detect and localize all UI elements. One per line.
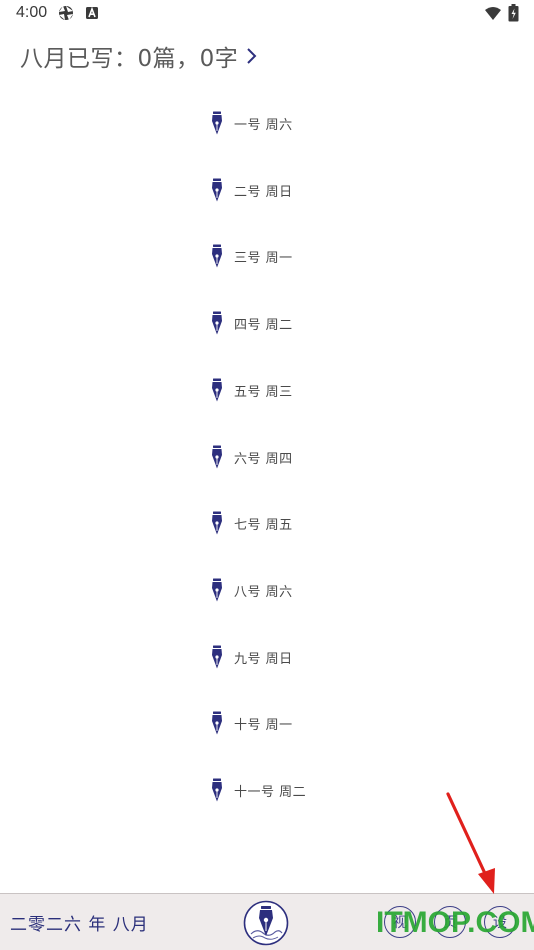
red-arrow-annotation (446, 792, 495, 894)
day-label: 三号 周一 (234, 250, 293, 266)
day-item[interactable]: 七号 周五 (210, 509, 293, 537)
day-item[interactable]: 十号 周一 (210, 709, 293, 737)
fountain-pen-icon (212, 711, 222, 735)
fountain-pen-icon (212, 645, 222, 669)
day-item[interactable]: 八号 周六 (210, 576, 293, 604)
day-label: 十一号 周二 (234, 784, 307, 800)
wifi-icon (485, 7, 501, 20)
current-month-label[interactable]: 二零二六 年 八月 (10, 910, 149, 935)
watermark: ITMOP.COM (376, 906, 534, 939)
aperture-icon (59, 6, 73, 20)
day-label: 二号 周日 (234, 184, 293, 200)
day-label: 九号 周日 (234, 651, 293, 667)
fountain-pen-icon (212, 578, 222, 602)
fountain-pen-icon (212, 178, 222, 202)
day-label: 十号 周一 (234, 717, 293, 733)
status-bar: 4:00 (0, 0, 534, 28)
fountain-pen-icon (212, 378, 222, 402)
day-item[interactable]: 五号 周三 (210, 376, 293, 404)
month-summary-title: 八月已写：0篇，0字 (20, 46, 239, 72)
app-screen: 4:00 八月已写：0篇，0字 一号 周六 二号 周日 三号 周一 四号 周二 … (0, 0, 534, 950)
day-item[interactable]: 四号 周二 (210, 309, 293, 337)
day-item[interactable]: 一号 周六 (210, 109, 293, 137)
chevron-right-icon (247, 48, 257, 64)
month-summary-header[interactable]: 八月已写：0篇，0字 (20, 38, 258, 74)
battery-icon (508, 4, 519, 22)
fountain-pen-icon (212, 511, 222, 535)
day-label: 六号 周四 (234, 451, 293, 467)
day-label: 八号 周六 (234, 584, 293, 600)
pen-logo-icon[interactable] (243, 900, 289, 946)
day-item[interactable]: 六号 周四 (210, 443, 293, 471)
fountain-pen-icon (212, 244, 222, 268)
day-item[interactable]: 三号 周一 (210, 242, 293, 270)
fountain-pen-icon (212, 311, 222, 335)
day-label: 五号 周三 (234, 384, 293, 400)
day-item[interactable]: 十一号 周二 (210, 776, 306, 804)
day-item[interactable]: 九号 周日 (210, 643, 293, 671)
day-item[interactable]: 二号 周日 (210, 176, 293, 204)
day-label: 一号 周六 (234, 117, 293, 133)
day-label: 七号 周五 (234, 517, 293, 533)
a-badge-icon (86, 6, 98, 19)
fountain-pen-icon (212, 445, 222, 469)
fountain-pen-icon (212, 778, 222, 802)
day-label: 四号 周二 (234, 317, 293, 333)
status-time: 4:00 (16, 4, 48, 21)
fountain-pen-icon (212, 111, 222, 135)
